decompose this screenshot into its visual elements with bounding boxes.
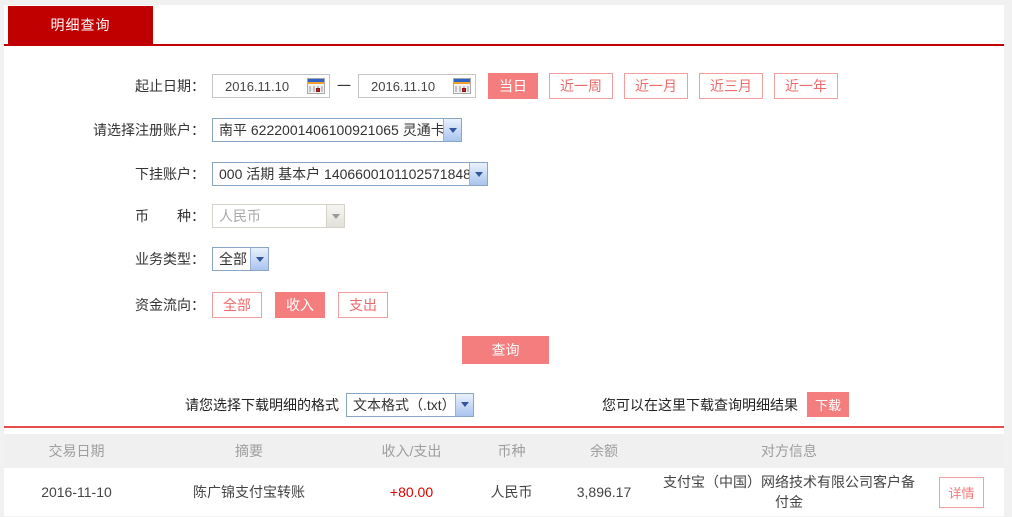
header-trade-date: 交易日期 (48, 443, 105, 459)
quick-range-buttons: 当日 近一周 近一月 近三月 近一年 (488, 73, 849, 99)
tab-detail-query[interactable]: 明细查询 (8, 6, 153, 44)
cell-trade-date: 2016-11-10 (41, 484, 112, 500)
quick-button-last-week[interactable]: 近一周 (549, 73, 613, 99)
download-row: 请您选择下载明细的格式 文本格式（.txt） 您可以在这里下载查询明细结果 下载 (185, 392, 995, 417)
calendar-icon[interactable] (453, 78, 471, 94)
register-account-value: 南平 6222001406100921065 灵通卡 (219, 122, 443, 138)
header-summary: 摘要 (235, 443, 263, 459)
chevron-down-icon (443, 119, 461, 141)
header-currency: 币种 (497, 443, 526, 459)
start-date-value: 2016.11.10 (225, 78, 290, 94)
content-panel: 明细查询 起止日期： 2016.11.10 一 2016.11.10 当日 近一… (4, 5, 1004, 516)
cell-amount: +80.00 (389, 484, 434, 500)
fund-flow-buttons: 全部 收入 支出 (212, 292, 401, 318)
download-format-label: 请您选择下载明细的格式 (185, 396, 339, 413)
register-account-label: 请选择注册账户： (93, 122, 205, 138)
date-separator: 一 (337, 78, 351, 94)
download-format-value: 文本格式（.txt） (353, 396, 455, 413)
currency-value: 人民币 (219, 208, 261, 224)
table-header-row: 交易日期 摘要 收入/支出 币种 余额 对方信息 (4, 434, 1004, 468)
currency-select: 人民币 (212, 204, 345, 228)
chevron-down-icon (469, 163, 487, 185)
currency-row: 币 种： 人民币 (4, 204, 1004, 228)
fund-flow-all-button[interactable]: 全部 (212, 292, 262, 318)
fund-flow-label: 资金流向： (135, 297, 205, 313)
fund-flow-expense-button[interactable]: 支出 (338, 292, 388, 318)
start-date-input[interactable]: 2016.11.10 (212, 74, 330, 98)
fund-flow-income-button[interactable]: 收入 (275, 292, 325, 318)
header-income-expense: 收入/支出 (381, 443, 442, 459)
cell-actions: 详情 (919, 476, 1004, 508)
quick-button-last-3months[interactable]: 近三月 (699, 73, 763, 99)
cell-balance: 3,896.17 (576, 484, 632, 500)
business-type-select[interactable]: 全部 (212, 247, 269, 271)
sub-account-row: 下挂账户： 000 活期 基本户 1406600101102571848 (4, 162, 1004, 186)
business-type-label: 业务类型： (135, 251, 205, 267)
business-type-value: 全部 (219, 251, 247, 267)
chevron-down-icon (326, 205, 344, 227)
detail-button[interactable]: 详情 (939, 476, 984, 508)
cell-currency: 人民币 (490, 484, 533, 500)
date-range-label: 起止日期： (135, 78, 205, 94)
download-hint: 您可以在这里下载查询明细结果 (602, 396, 798, 413)
business-type-row: 业务类型： 全部 (4, 247, 1004, 271)
quick-button-last-month[interactable]: 近一月 (624, 73, 688, 99)
tab-label: 明细查询 (50, 17, 111, 33)
table-row: 2016-11-10 陈广锦支付宝转账 +80.00 人民币 3,896.17 … (4, 468, 1004, 516)
query-button[interactable]: 查询 (462, 336, 549, 364)
register-account-select[interactable]: 南平 6222001406100921065 灵通卡 (212, 118, 462, 142)
quick-button-today[interactable]: 当日 (488, 73, 538, 99)
sub-account-select[interactable]: 000 活期 基本户 1406600101102571848 (212, 162, 488, 186)
table-top-divider (4, 426, 1004, 428)
calendar-icon[interactable] (307, 78, 325, 94)
currency-label: 币 种： (135, 208, 205, 224)
cell-counterparty: 支付宝（中国）网络技术有限公司客户备付金 (663, 473, 915, 510)
end-date-value: 2016.11.10 (371, 78, 436, 94)
end-date-input[interactable]: 2016.11.10 (358, 74, 476, 98)
chevron-down-icon (250, 248, 268, 270)
date-range-row: 起止日期： 2016.11.10 一 2016.11.10 当日 近一周 近一月… (4, 73, 1004, 99)
header-balance: 余额 (590, 443, 618, 459)
register-account-row: 请选择注册账户： 南平 6222001406100921065 灵通卡 (4, 118, 1004, 142)
download-button[interactable]: 下载 (807, 392, 849, 417)
download-format-select[interactable]: 文本格式（.txt） (346, 392, 474, 417)
fund-flow-row: 资金流向： 全部 收入 支出 (4, 292, 1004, 318)
cell-summary: 陈广锦支付宝转账 (193, 484, 305, 500)
header-counterparty: 对方信息 (761, 442, 817, 459)
sub-account-label: 下挂账户： (135, 166, 205, 182)
chevron-down-icon (455, 393, 473, 416)
quick-button-last-year[interactable]: 近一年 (774, 73, 838, 99)
sub-account-value: 000 活期 基本户 1406600101102571848 (219, 166, 469, 182)
tab-underline (4, 44, 1004, 46)
